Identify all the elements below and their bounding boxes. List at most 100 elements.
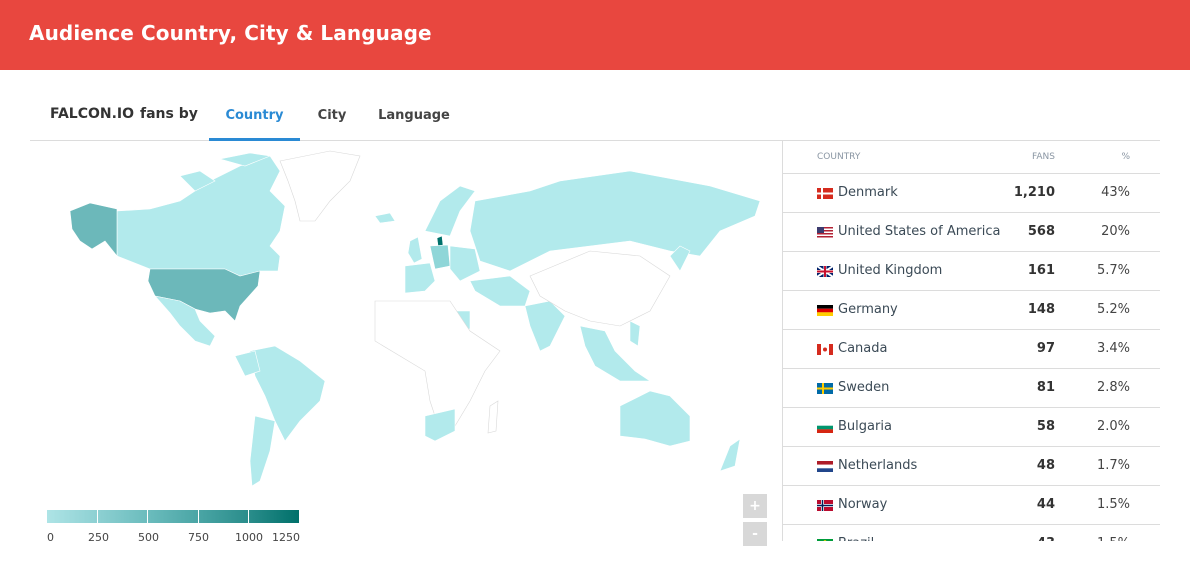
country-name: Brazil — [838, 536, 874, 541]
flag-br-icon — [817, 539, 833, 541]
legend-segment — [198, 510, 250, 523]
zoom-out-button[interactable]: - — [743, 522, 767, 546]
country-philippines[interactable] — [629, 320, 641, 347]
flag-bg-icon — [817, 422, 833, 433]
country-iceland[interactable] — [374, 212, 396, 224]
fans-count: 1,210 — [1013, 185, 1055, 200]
flag-nl-icon — [817, 461, 833, 472]
legend-labels: 0 250 500 750 1000 1250 — [47, 531, 300, 547]
country-name: Bulgaria — [838, 419, 892, 434]
header-fans[interactable]: FANS — [1032, 152, 1055, 162]
fans-count: 44 — [1036, 497, 1055, 512]
table-row[interactable]: Netherlands 48 1.7% — [783, 447, 1160, 486]
legend-segment — [249, 510, 299, 523]
flag-se-icon — [817, 383, 833, 394]
flag-us-icon — [817, 227, 833, 238]
legend-tick: 0 — [47, 531, 54, 544]
table-row[interactable]: United States of America 568 20% — [783, 213, 1160, 252]
country-new-zealand[interactable] — [719, 438, 741, 472]
legend-tick: 750 — [188, 531, 209, 544]
country-denmark[interactable] — [436, 235, 444, 247]
page-title: Audience Country, City & Language — [29, 21, 432, 45]
fans-percent: 2.8% — [1096, 380, 1130, 395]
country-name: Norway — [838, 497, 888, 512]
flag-no-icon — [817, 500, 833, 511]
fans-percent: 1.5% — [1097, 536, 1130, 541]
country-se-asia[interactable] — [579, 325, 651, 382]
fans-count: 48 — [1036, 458, 1055, 473]
country-argentina[interactable] — [249, 415, 276, 487]
table-row[interactable]: Norway 44 1.5% — [783, 486, 1160, 525]
fans-percent: 2.0% — [1096, 419, 1130, 434]
country-greenland[interactable] — [279, 150, 361, 222]
legend-tick: 500 — [138, 531, 159, 544]
fans-count: 568 — [1027, 224, 1055, 239]
country-turkey-iran[interactable] — [469, 275, 531, 307]
tab-bar: FALCON.IO fans by Country City Language — [30, 90, 1160, 141]
country-uk[interactable] — [407, 236, 423, 264]
table-row[interactable]: Germany 148 5.2% — [783, 291, 1160, 330]
flag-de-icon — [817, 305, 833, 316]
fans-count: 97 — [1036, 341, 1055, 356]
header-percent[interactable]: % — [1121, 152, 1130, 162]
country-table[interactable]: COUNTRY FANS % Denmark 1,210 43% United Sta… — [783, 141, 1160, 541]
table-row[interactable]: Sweden 81 2.8% — [783, 369, 1160, 408]
legend-tick: 250 — [88, 531, 109, 544]
fans-percent: 20% — [1101, 224, 1130, 239]
world-map-svg[interactable] — [30, 141, 782, 541]
legend-tick: 1250 — [272, 531, 300, 544]
page-header: Audience Country, City & Language — [0, 0, 1190, 70]
country-usa-alaska[interactable] — [69, 202, 118, 257]
flag-gb-icon — [817, 266, 833, 277]
table-row[interactable]: Canada 97 3.4% — [783, 330, 1160, 369]
fans-percent: 43% — [1101, 185, 1130, 200]
fans-percent: 1.5% — [1096, 497, 1130, 512]
country-name: Germany — [838, 302, 898, 317]
country-name: Sweden — [838, 380, 890, 395]
table-row[interactable]: Denmark 1,210 43% — [783, 174, 1160, 213]
country-name: Canada — [838, 341, 888, 356]
table-header: COUNTRY FANS % — [783, 141, 1160, 174]
table-row[interactable]: Brazil 43 1.5% — [783, 525, 1160, 541]
legend-bar — [47, 510, 299, 523]
legend-segment — [97, 510, 149, 523]
fans-percent: 1.7% — [1096, 458, 1130, 473]
fans-percent: 5.7% — [1096, 263, 1130, 278]
fans-count: 43 — [1037, 536, 1055, 541]
brand-name: FALCON.IO — [50, 106, 135, 122]
fans-percent: 3.4% — [1096, 341, 1130, 356]
fans-count: 81 — [1036, 380, 1055, 395]
country-australia[interactable] — [619, 390, 691, 447]
flag-dk-icon — [817, 188, 833, 199]
country-germany[interactable] — [429, 244, 451, 270]
legend-segment — [148, 510, 199, 523]
table-row[interactable]: Bulgaria 58 2.0% — [783, 408, 1160, 447]
zoom-in-button[interactable]: + — [743, 494, 767, 518]
country-name: Netherlands — [838, 458, 918, 473]
country-norway-sweden[interactable] — [424, 185, 476, 237]
country-south-africa[interactable] — [424, 408, 456, 442]
country-name: United States of America — [838, 224, 1001, 239]
table-row[interactable]: United Kingdom 161 5.7% — [783, 252, 1160, 291]
flag-ca-icon — [817, 344, 833, 355]
fans-count: 148 — [1027, 302, 1055, 317]
country-name: Denmark — [838, 185, 898, 200]
tab-country[interactable]: Country — [209, 90, 300, 141]
country-eastern-europe[interactable] — [449, 245, 481, 282]
tab-city[interactable]: City — [310, 90, 354, 140]
header-country[interactable]: COUNTRY — [817, 152, 860, 162]
country-india[interactable] — [524, 300, 566, 352]
fans-count: 58 — [1036, 419, 1055, 434]
country-usa[interactable] — [147, 268, 261, 322]
tab-language[interactable]: Language — [376, 90, 452, 140]
region-africa[interactable] — [374, 300, 501, 432]
color-legend: 0 250 500 750 1000 1250 — [47, 510, 300, 547]
country-madagascar[interactable] — [487, 400, 499, 434]
world-map[interactable]: + - — [30, 141, 782, 551]
country-france-spain[interactable] — [404, 262, 436, 294]
legend-segment — [47, 510, 98, 523]
fans-percent: 5.2% — [1096, 302, 1130, 317]
fans-by-label: fans by — [140, 106, 198, 122]
fans-count: 161 — [1027, 263, 1055, 278]
country-name: United Kingdom — [838, 263, 943, 278]
